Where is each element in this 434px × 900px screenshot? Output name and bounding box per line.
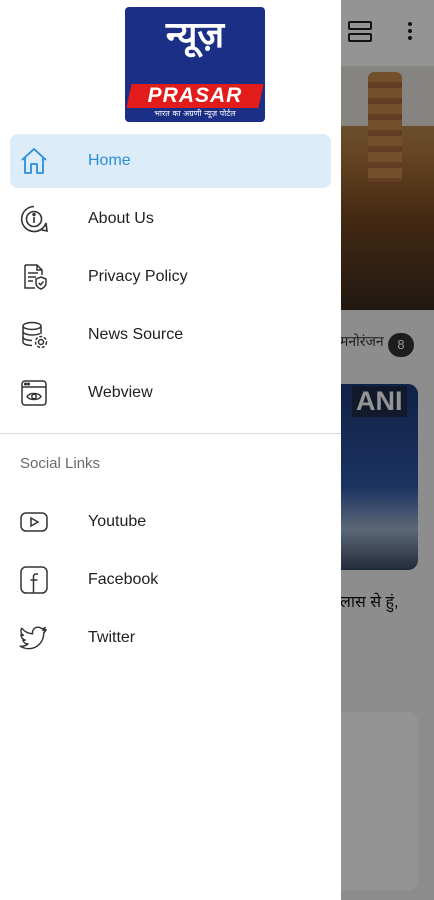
facebook-icon: [19, 565, 49, 595]
divider: [0, 433, 341, 434]
logo-tagline: भारत का अग्रणी न्यूज़ पोर्टल: [154, 109, 236, 118]
menu-label: Twitter: [88, 629, 136, 646]
policy-document-icon: [19, 262, 49, 292]
twitter-icon: [19, 623, 49, 653]
navigation-drawer: न्यूज़ PRASAR भारत का अग्रणी न्यूज़ पोर्…: [0, 0, 341, 900]
menu-label: Privacy Policy: [88, 268, 188, 285]
menu-item-twitter[interactable]: Twitter: [10, 611, 331, 665]
menu-item-news-source[interactable]: News Source: [10, 308, 331, 362]
menu-label: Webview: [88, 384, 153, 401]
menu-label: Youtube: [88, 513, 147, 530]
info-icon: [19, 204, 49, 234]
menu-item-youtube[interactable]: Youtube: [10, 495, 331, 549]
menu-item-home[interactable]: Home: [10, 134, 331, 188]
logo-hindi-text: न्यूज़: [165, 15, 225, 56]
menu-item-about-us[interactable]: About Us: [10, 192, 331, 246]
app-logo: न्यूज़ PRASAR भारत का अग्रणी न्यूज़ पोर्…: [125, 7, 265, 122]
youtube-icon: [19, 507, 49, 537]
menu-label: About Us: [88, 210, 154, 227]
logo-english-text: PRASAR: [147, 84, 243, 107]
browser-eye-icon: [19, 378, 49, 408]
social-links-heading: Social Links: [20, 455, 101, 472]
home-icon: [19, 146, 49, 176]
menu-item-privacy-policy[interactable]: Privacy Policy: [10, 250, 331, 304]
menu-label: News Source: [88, 326, 184, 343]
menu-item-webview[interactable]: Webview: [10, 366, 331, 420]
menu-label: Facebook: [88, 571, 159, 588]
menu-label: Home: [88, 152, 131, 169]
menu-item-facebook[interactable]: Facebook: [10, 553, 331, 607]
database-settings-icon: [19, 320, 49, 350]
